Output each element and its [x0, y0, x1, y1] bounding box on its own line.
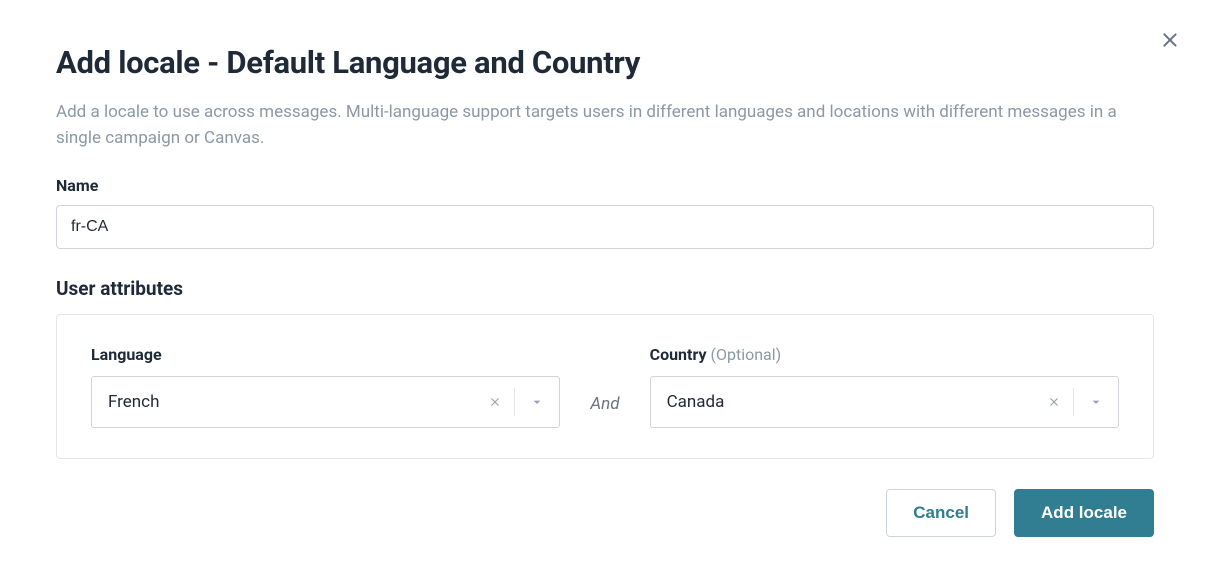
user-attributes-title: User attributes — [56, 277, 1154, 300]
country-column: Country (Optional) Canada — [650, 345, 1119, 428]
language-value: French — [92, 392, 476, 412]
country-clear-icon[interactable] — [1035, 395, 1073, 409]
add-locale-button[interactable]: Add locale — [1014, 489, 1154, 537]
language-column: Language French — [91, 345, 560, 428]
language-label: Language — [91, 345, 560, 364]
modal-footer: Cancel Add locale — [56, 489, 1154, 537]
country-chevron-down-icon[interactable] — [1074, 394, 1118, 410]
and-connector: And — [590, 394, 619, 428]
country-value: Canada — [651, 392, 1035, 412]
language-select[interactable]: French — [91, 376, 560, 428]
language-clear-icon[interactable] — [476, 395, 514, 409]
cancel-button[interactable]: Cancel — [886, 489, 996, 537]
country-label-text: Country — [650, 345, 707, 364]
add-locale-modal: Add locale - Default Language and Countr… — [0, 0, 1210, 567]
user-attributes-box: Language French And Country (Optional) C… — [56, 314, 1154, 459]
language-chevron-down-icon[interactable] — [515, 394, 559, 410]
name-label: Name — [56, 176, 1154, 195]
country-optional-text: (Optional) — [710, 345, 781, 364]
close-icon[interactable] — [1158, 28, 1182, 56]
country-select[interactable]: Canada — [650, 376, 1119, 428]
name-input[interactable] — [56, 205, 1154, 249]
modal-description: Add a locale to use across messages. Mul… — [56, 99, 1154, 152]
modal-title: Add locale - Default Language and Countr… — [56, 44, 1154, 81]
country-label: Country (Optional) — [650, 345, 1119, 364]
